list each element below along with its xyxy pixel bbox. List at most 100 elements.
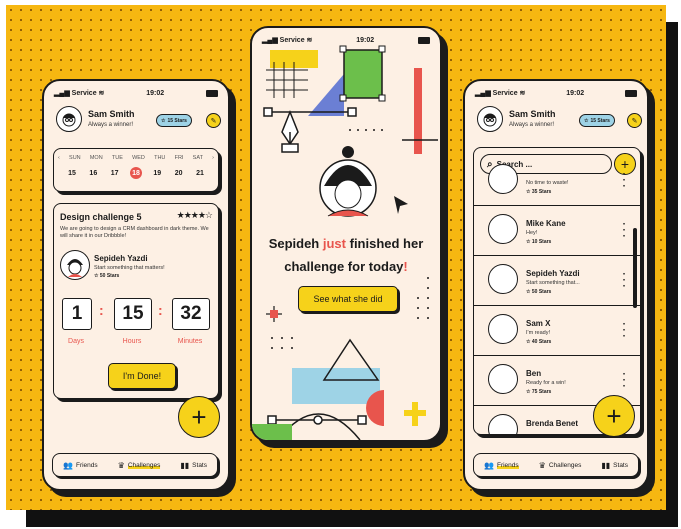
timer-colon: : xyxy=(99,302,104,318)
message-text: Sepideh xyxy=(268,236,323,251)
more-options-icon[interactable]: · · · xyxy=(623,270,626,292)
face-icon xyxy=(483,113,497,127)
edit-profile-button[interactable]: ✎ xyxy=(206,113,221,128)
tab-stats[interactable]: ▮▮ Stats xyxy=(180,461,207,470)
phone-friends: ▂▄▆ Service ≋ 19:02 Sam Smith Always a w… xyxy=(463,79,649,491)
friends-icon: 👥 xyxy=(484,460,494,470)
more-options-icon[interactable]: · · · xyxy=(623,170,626,192)
clock: 19:02 xyxy=(146,89,165,97)
more-options-icon[interactable]: · · · xyxy=(623,320,626,342)
star-icon: ☆ xyxy=(161,117,166,124)
bottom-tab-bar: 👥 Friends ♛ Challenges ▮▮ Stats xyxy=(473,453,639,477)
date-row: 15 16 17 18 19 20 21 xyxy=(54,167,218,179)
date-cell[interactable]: 16 xyxy=(87,167,99,179)
friend-avatar xyxy=(488,214,518,244)
star-icon: ☆ xyxy=(94,273,99,279)
clock: 19:02 xyxy=(566,89,585,97)
trophy-icon: ♛ xyxy=(117,460,125,470)
star-icon: ☆ xyxy=(526,339,531,345)
tab-friends[interactable]: 👥 Friends xyxy=(484,461,519,470)
list-scrollbar[interactable] xyxy=(633,228,637,308)
battery-icon xyxy=(625,89,637,97)
date-cell[interactable]: 20 xyxy=(173,167,185,179)
carrier-label: ▂▄▆ Service ≋ xyxy=(54,90,105,97)
friend-avatar xyxy=(488,314,518,344)
status-bar: ▂▄▆ Service ≋ 19:02 xyxy=(54,87,218,99)
friend-message: No time to waste! xyxy=(526,180,569,186)
add-challenge-button[interactable]: + xyxy=(178,396,220,438)
star-icon: ☆ xyxy=(526,389,531,395)
weekday: SAT xyxy=(192,155,203,161)
next-week-icon[interactable]: › xyxy=(212,155,214,161)
user-avatar[interactable] xyxy=(56,106,82,132)
message-mark: ! xyxy=(403,259,408,274)
star-icon: ☆ xyxy=(584,117,589,124)
author-avatar xyxy=(60,250,90,280)
im-done-button[interactable]: I'm Done! xyxy=(108,363,176,389)
friends-list-card: ⌕ Search ... + No time to waste! ☆ 35 Sta… xyxy=(473,147,641,435)
challenge-rating: ★★★★☆ xyxy=(176,210,213,220)
date-cell[interactable]: 15 xyxy=(66,167,78,179)
friend-row[interactable]: Sam X I'm ready! ☆ 40 Stars · · · xyxy=(474,306,640,356)
friends-icon: 👥 xyxy=(63,460,73,470)
face-icon xyxy=(62,113,76,127)
friend-name: Ben xyxy=(526,369,542,378)
user-name: Sam Smith xyxy=(509,109,556,119)
bottom-tab-bar: 👥 Friends ♛ Challenges ▮▮ Stats xyxy=(52,453,218,477)
more-options-icon[interactable]: · · · xyxy=(623,220,626,242)
friend-message: Start something that... xyxy=(526,280,580,286)
date-cell[interactable]: 21 xyxy=(194,167,206,179)
edit-profile-button[interactable]: ✎ xyxy=(627,113,642,128)
friend-name: Brenda Benet xyxy=(526,419,579,428)
weekday: MON xyxy=(89,155,103,161)
weekday: THU xyxy=(154,155,166,161)
friend-stars: ☆ 75 Stars xyxy=(526,389,552,395)
add-button[interactable]: + xyxy=(593,395,635,437)
weekday: SUN xyxy=(69,155,81,161)
challenge-description: We are going to design a CRM dashboard i… xyxy=(60,226,209,239)
friend-name: Mike Kane xyxy=(526,219,566,228)
challenge-title: Design challenge 5 xyxy=(60,212,142,222)
tab-challenges[interactable]: ♛ Challenges xyxy=(118,461,161,470)
user-avatar[interactable] xyxy=(477,106,503,132)
tab-friends[interactable]: 👥 Friends xyxy=(63,461,98,470)
date-cell[interactable]: 17 xyxy=(109,167,121,179)
minutes-label: Minutes xyxy=(177,338,203,345)
date-cell-selected[interactable]: 18 xyxy=(129,167,142,179)
bar-chart-icon: ▮▮ xyxy=(180,460,190,470)
tab-challenges[interactable]: ♛ Challenges xyxy=(539,461,582,470)
star-icon: ☆ xyxy=(526,239,531,245)
tab-stats[interactable]: ▮▮ Stats xyxy=(601,461,628,470)
friend-row[interactable]: Sepideh Yazdi Start something that... ☆ … xyxy=(474,256,640,306)
star-icon: ☆ xyxy=(526,289,531,295)
more-options-icon[interactable]: · · · xyxy=(623,370,626,392)
friend-row[interactable]: Mike Kane Hey! ☆ 10 Stars · · · xyxy=(474,206,640,256)
friend-stars: ☆ 10 Stars xyxy=(526,239,552,245)
stars-badge: ☆ 15 Stars xyxy=(579,114,615,127)
challenge-card: Design challenge 5 ★★★★☆ We are going to… xyxy=(53,203,219,399)
friend-stars: ☆ 35 Stars xyxy=(526,189,552,195)
friend-name: Sam X xyxy=(526,319,551,328)
friend-message: Hey! xyxy=(526,230,538,236)
timer-minutes: 32 xyxy=(172,298,210,330)
user-name: Sam Smith xyxy=(88,109,135,119)
status-bar: ▂▄▆ Service ≋ 19:02 xyxy=(475,87,637,99)
see-what-she-did-button[interactable]: See what she did xyxy=(298,286,398,312)
friend-message: Ready for a win! xyxy=(526,380,566,386)
pencil-icon: ✎ xyxy=(631,117,638,125)
timer-hours: 15 xyxy=(114,298,152,330)
weekday: WED xyxy=(132,155,145,161)
friend-avatar xyxy=(488,264,518,294)
weekday-row: ‹ SUN MON TUE WED THU FRI SAT › xyxy=(54,155,218,161)
author-stars: ☆ 50 Stars xyxy=(94,273,120,279)
friend-row[interactable]: No time to waste! ☆ 35 Stars · · · xyxy=(474,156,640,206)
weekday: TUE xyxy=(111,155,123,161)
face-icon xyxy=(67,259,83,277)
date-cell[interactable]: 19 xyxy=(151,167,163,179)
user-tagline: Always a winner! xyxy=(509,122,555,128)
weekday: FRI xyxy=(174,155,184,161)
trophy-icon: ♛ xyxy=(538,460,546,470)
friend-avatar xyxy=(488,414,518,434)
prev-week-icon[interactable]: ‹ xyxy=(58,155,60,161)
hours-label: Hours xyxy=(122,338,142,345)
